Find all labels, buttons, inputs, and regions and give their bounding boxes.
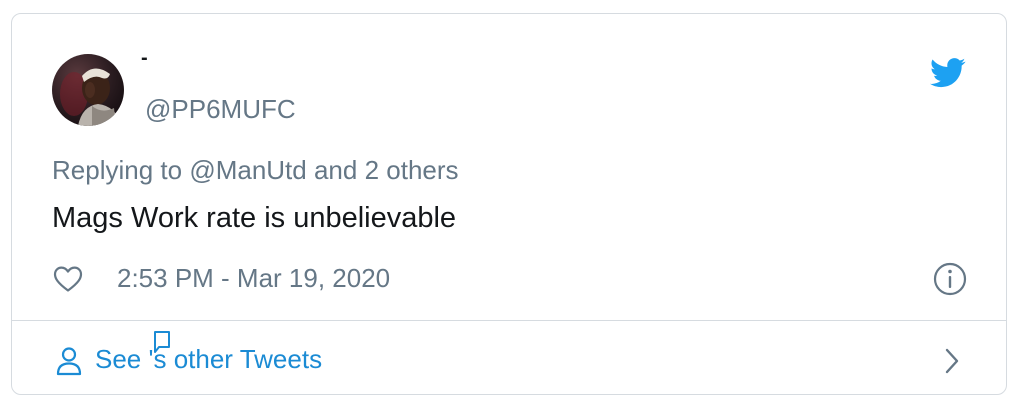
tweet-card: - @PP6MUFC Replying to @ManUtd and 2 oth… (11, 13, 1007, 395)
timestamp-link[interactable]: 2:53 PM - Mar 19, 2020 (117, 263, 390, 293)
avatar[interactable] (52, 54, 124, 126)
see-prefix: See (95, 344, 149, 374)
info-icon[interactable] (932, 261, 968, 297)
reply-prefix: Replying to (52, 155, 190, 185)
tweet-text: Mags Work rate is unbelievable (52, 202, 457, 234)
display-name[interactable]: - (141, 48, 148, 68)
chevron-right-icon[interactable] (942, 346, 962, 376)
user-handle[interactable]: @PP6MUFC (145, 94, 296, 124)
see-suffix: 's other Tweets (148, 344, 323, 374)
reply-target-link[interactable]: @ManUtd (189, 155, 306, 185)
twitter-bird-icon[interactable] (930, 58, 966, 88)
missing-glyph-icon (154, 331, 170, 353)
reply-others-link[interactable]: and 2 others (307, 155, 459, 185)
person-icon (56, 347, 82, 376)
avatar-image (52, 54, 124, 126)
reply-context: Replying to @ManUtd and 2 others (52, 155, 459, 185)
heart-icon[interactable] (53, 265, 83, 293)
see-other-tweets-link[interactable]: See 's other Tweets (12, 321, 1006, 395)
see-other-tweets-label: See 's other Tweets (95, 343, 322, 375)
